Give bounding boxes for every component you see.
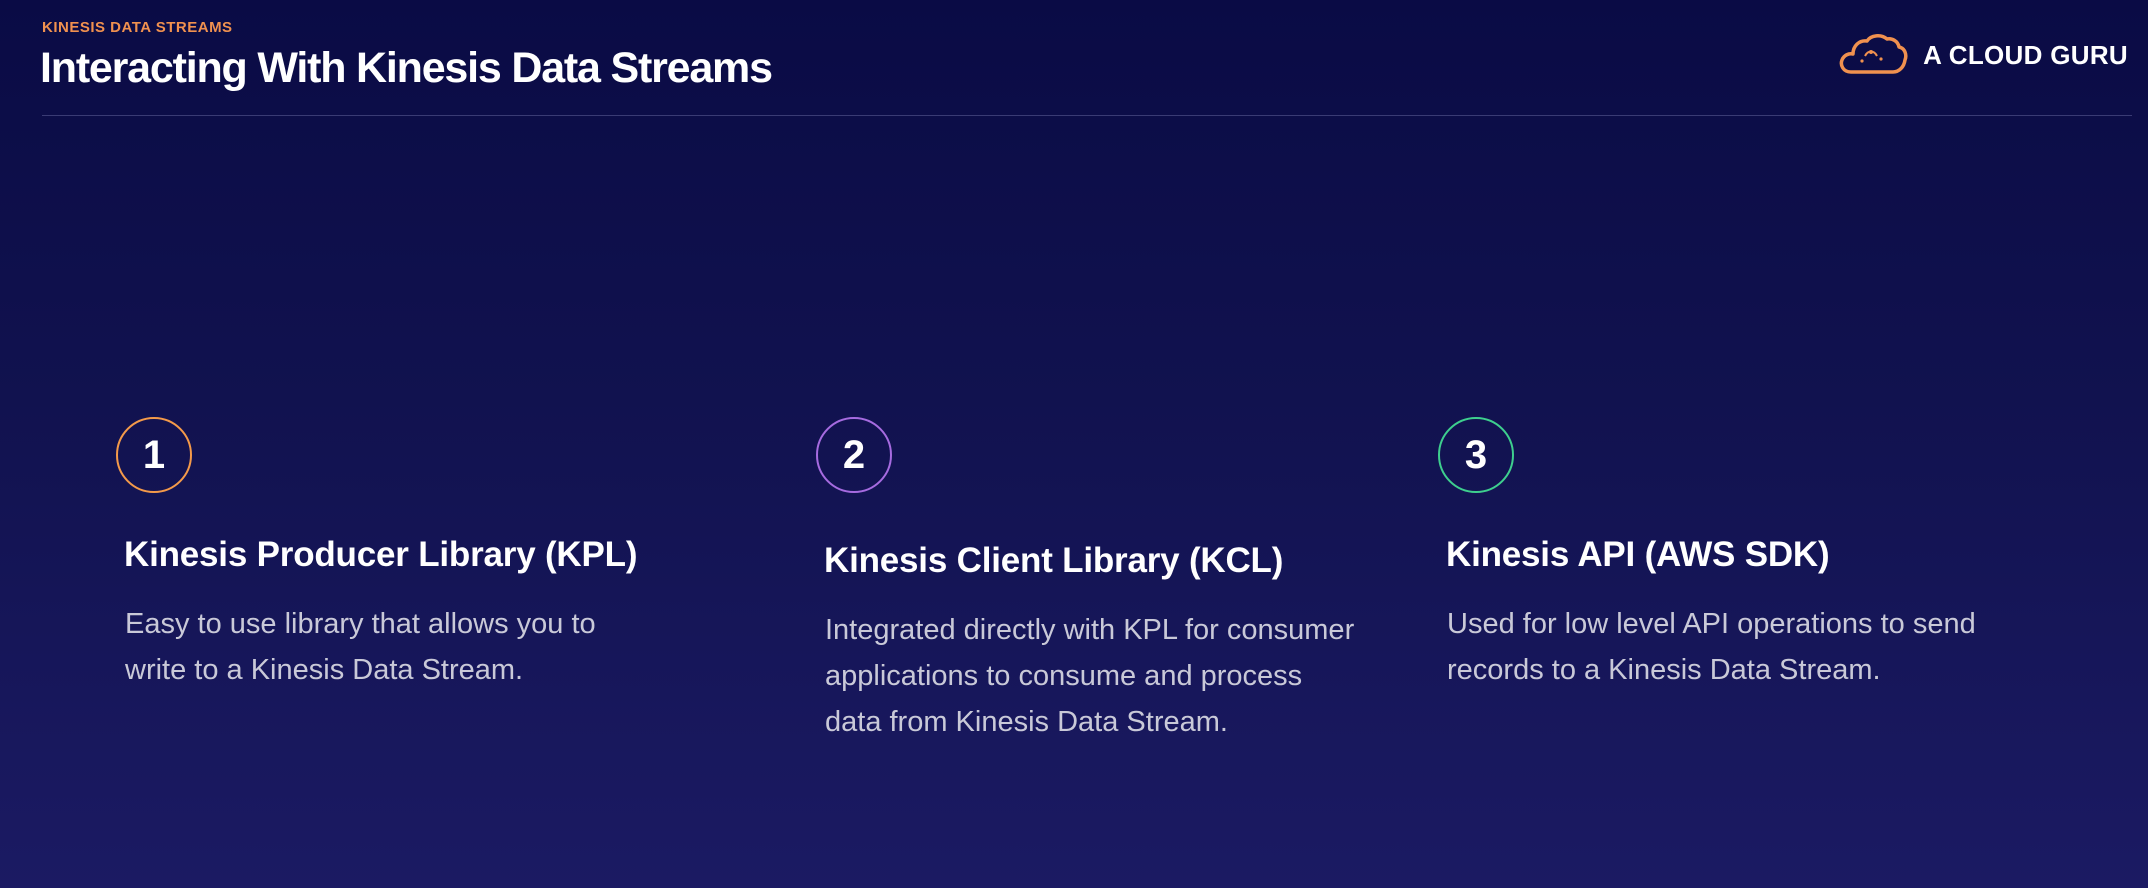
cloud-logo-icon	[1839, 34, 1908, 74]
slide-header: KINESIS DATA STREAMS Interacting With Ki…	[0, 0, 2148, 118]
column-description: Integrated directly with KPL for consume…	[825, 614, 1355, 738]
column-title: Kinesis API (AWS SDK)	[1446, 535, 1830, 574]
section-eyebrow: KINESIS DATA STREAMS	[42, 19, 233, 36]
column-api: 3 Kinesis API (AWS SDK) Used for low lev…	[1438, 417, 2058, 686]
column-kpl: 1 Kinesis Producer Library (KPL) Easy to…	[116, 417, 736, 686]
column-kcl: 2 Kinesis Client Library (KCL) Integrate…	[816, 417, 1436, 738]
column-title: Kinesis Producer Library (KPL)	[124, 535, 638, 574]
step-number-badge: 3	[1438, 417, 1514, 493]
header-divider	[42, 115, 2132, 116]
column-description: Easy to use library that allows you to w…	[125, 608, 596, 686]
slide-title: Interacting With Kinesis Data Streams	[40, 44, 773, 92]
step-number-badge: 2	[816, 417, 892, 493]
step-number-badge: 1	[116, 417, 192, 493]
column-title: Kinesis Client Library (KCL)	[824, 541, 1284, 580]
brand-logo: A CLOUD GURU	[1837, 30, 2128, 80]
brand-name: A CLOUD GURU	[1923, 39, 2128, 70]
column-description: Used for low level API operations to sen…	[1447, 608, 1976, 686]
